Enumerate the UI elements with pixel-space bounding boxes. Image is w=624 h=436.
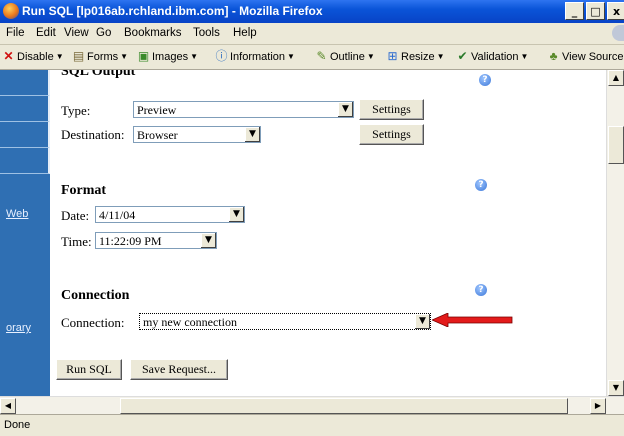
- status-text: Done: [4, 419, 31, 431]
- sidebar-tab[interactable]: [0, 96, 50, 122]
- menu-edit[interactable]: Edit: [36, 27, 56, 39]
- scroll-right-icon[interactable]: ▶: [590, 398, 606, 414]
- type-settings-button[interactable]: Settings: [359, 99, 424, 120]
- caret-down-icon: ▼: [520, 52, 529, 61]
- images-menu[interactable]: ▣ Images ▼: [137, 50, 198, 63]
- forms-label: Forms: [87, 50, 119, 63]
- window-title: Run SQL [lp016ab.rchland.ibm.com] - Mozi…: [22, 4, 323, 18]
- information-label: Information: [230, 50, 286, 63]
- sidebar-tabs: [0, 70, 50, 176]
- caret-down-icon: ▼: [366, 52, 375, 61]
- sql-output-heading: SQL Output: [61, 70, 136, 79]
- menu-view[interactable]: View: [64, 27, 89, 39]
- disable-menu[interactable]: ✕ Disable ▼: [2, 49, 64, 63]
- information-menu[interactable]: ⓘ Information ▼: [215, 49, 295, 63]
- menu-tools[interactable]: Tools: [193, 27, 220, 39]
- resize-icon: ⊞: [387, 49, 398, 63]
- date-value: 4/11/04: [99, 208, 136, 222]
- menu-bar: File Edit View Go Bookmarks Tools Help: [0, 23, 624, 45]
- caret-down-icon: ▼: [55, 52, 64, 61]
- save-request-button[interactable]: Save Request...: [130, 359, 228, 380]
- scroll-down-icon[interactable]: ▼: [608, 380, 624, 396]
- images-icon: ▣: [137, 49, 150, 63]
- menu-help[interactable]: Help: [233, 27, 257, 39]
- help-icon[interactable]: ?: [475, 179, 487, 191]
- caret-down-icon: ▼: [190, 52, 198, 61]
- menu-go[interactable]: Go: [96, 27, 111, 39]
- information-icon: ⓘ: [215, 49, 228, 63]
- connection-value: my new connection: [143, 315, 237, 329]
- arrow-shape: [432, 313, 513, 327]
- pencil-icon: ✎: [316, 49, 327, 63]
- menu-file[interactable]: File: [6, 27, 25, 39]
- vertical-scrollbar[interactable]: ▲ ▼: [606, 70, 624, 396]
- resize-label: Resize: [401, 50, 435, 63]
- dropdown-arrow-icon: ▼: [244, 127, 260, 142]
- destination-select[interactable]: Browser ▼: [133, 126, 261, 143]
- scroll-up-icon[interactable]: ▲: [608, 70, 624, 86]
- page-content: SQL Output ? Type: Preview ▼ Settings De…: [50, 70, 606, 396]
- validation-menu[interactable]: ✔ Validation ▼: [456, 50, 528, 63]
- horizontal-scroll-thumb[interactable]: [120, 398, 568, 414]
- sidebar-tab[interactable]: [0, 122, 50, 148]
- maximize-button[interactable]: □: [586, 2, 605, 20]
- status-bar: Done: [0, 414, 624, 436]
- outline-menu[interactable]: ✎ Outline ▼: [315, 49, 375, 63]
- dropdown-arrow-icon: ▼: [414, 314, 430, 329]
- dropdown-arrow-icon: ▼: [228, 207, 244, 222]
- time-value: 11:22:09 PM: [99, 234, 162, 248]
- destination-settings-button[interactable]: Settings: [359, 124, 424, 145]
- type-select[interactable]: Preview ▼: [133, 101, 354, 118]
- run-sql-button[interactable]: Run SQL: [56, 359, 122, 380]
- forms-icon: ▤: [72, 49, 85, 63]
- sidebar-link-web[interactable]: Web: [6, 208, 28, 220]
- connection-select[interactable]: my new connection ▼: [139, 313, 431, 330]
- view-source-label: View Source: [562, 50, 624, 63]
- web-developer-toolbar: ✕ Disable ▼ ▤ Forms ▼ ▣ Images ▼ ⓘ Informat…: [0, 45, 624, 70]
- date-select[interactable]: 4/11/04 ▼: [95, 206, 245, 223]
- caret-down-icon: ▼: [436, 52, 445, 61]
- format-heading: Format: [61, 183, 107, 198]
- minimize-button[interactable]: _: [565, 2, 584, 20]
- connection-label: Connection:: [61, 315, 125, 330]
- resize-menu[interactable]: ⊞ Resize ▼: [386, 49, 445, 63]
- sidebar-panel: Web orary: [0, 176, 50, 396]
- dropdown-arrow-icon: ▼: [200, 233, 216, 248]
- disable-label: Disable: [17, 50, 54, 63]
- date-label: Date:: [61, 208, 90, 223]
- destination-value: Browser: [137, 128, 178, 142]
- menu-bookmarks[interactable]: Bookmarks: [124, 27, 182, 39]
- navigation-sidebar: Web orary: [0, 70, 50, 396]
- type-label: Type:: [61, 103, 91, 118]
- caret-down-icon: ▼: [287, 52, 295, 61]
- outline-label: Outline: [330, 50, 365, 63]
- images-label: Images: [152, 50, 189, 63]
- checkmark-icon: ✔: [457, 49, 468, 63]
- forms-menu[interactable]: ▤ Forms ▼: [72, 50, 128, 63]
- view-source-icon: ♣: [549, 49, 558, 63]
- close-button[interactable]: x: [607, 2, 624, 20]
- horizontal-scrollbar[interactable]: ◀ ▶: [0, 396, 624, 415]
- caret-down-icon: ▼: [120, 52, 129, 61]
- help-icon[interactable]: ?: [479, 74, 491, 86]
- red-x-icon: ✕: [3, 49, 14, 63]
- time-label: Time:: [61, 234, 92, 249]
- validation-label: Validation: [471, 50, 519, 63]
- sidebar-tab[interactable]: [0, 148, 50, 174]
- red-arrow-annotation: [432, 313, 513, 327]
- firefox-icon: [3, 3, 19, 19]
- throbber-icon: [612, 25, 624, 41]
- vertical-scroll-thumb[interactable]: [608, 126, 624, 164]
- view-source-button[interactable]: ♣ View Source: [547, 50, 624, 63]
- dropdown-arrow-icon: ▼: [337, 102, 353, 117]
- time-select[interactable]: 11:22:09 PM ▼: [95, 232, 217, 249]
- connection-heading: Connection: [61, 288, 130, 303]
- sidebar-link-library[interactable]: orary: [6, 322, 31, 334]
- destination-label: Destination:: [61, 127, 125, 142]
- scroll-left-icon[interactable]: ◀: [0, 398, 16, 414]
- sidebar-tab[interactable]: [0, 70, 50, 96]
- type-value: Preview: [137, 103, 177, 117]
- title-bar: Run SQL [lp016ab.rchland.ibm.com] - Mozi…: [0, 0, 624, 23]
- help-icon[interactable]: ?: [475, 284, 487, 296]
